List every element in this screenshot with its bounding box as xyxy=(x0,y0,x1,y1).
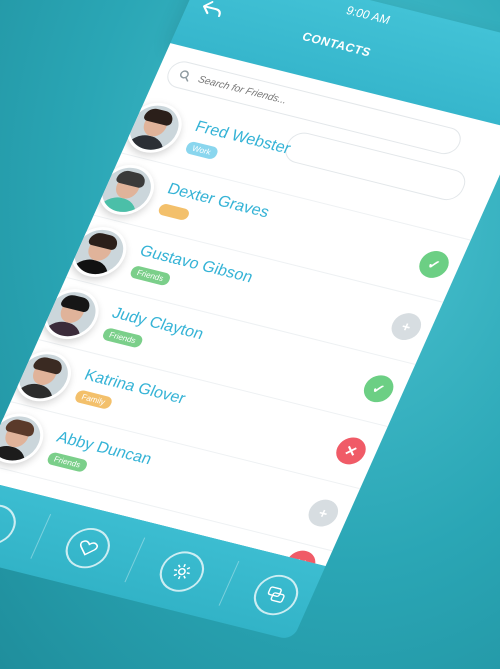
page-title: CONTACTS xyxy=(299,29,374,60)
gear-icon xyxy=(173,563,190,580)
favorites-button[interactable] xyxy=(58,523,117,573)
messages-button[interactable] xyxy=(246,570,305,620)
contact-tag: Friends xyxy=(45,451,89,473)
divider xyxy=(218,560,239,606)
divider xyxy=(29,513,51,559)
heart-icon xyxy=(79,540,98,556)
close-icon: ✕ xyxy=(342,441,361,460)
contact-tag: Work xyxy=(184,140,220,161)
contact-tag: Friends xyxy=(101,327,144,349)
contact-tag: Family xyxy=(73,389,114,410)
search-icon xyxy=(179,70,189,82)
avatar xyxy=(90,159,163,221)
check-button[interactable]: ✓ xyxy=(414,248,454,281)
contact-tag: Friends xyxy=(128,264,172,287)
remove-button[interactable]: ✕ xyxy=(331,434,371,468)
check-nav-button[interactable]: ✓ xyxy=(0,499,23,550)
contacts-panel: Fred Webster Work Dexter Graves ✓ xyxy=(0,43,500,567)
back-arrow-icon[interactable] xyxy=(199,0,227,18)
check-button[interactable]: ✓ xyxy=(359,372,399,406)
add-button[interactable]: + xyxy=(303,496,343,530)
contact-tag xyxy=(156,202,191,222)
avatar xyxy=(35,283,108,345)
check-icon: ✓ xyxy=(369,379,388,398)
status-time: 9:00 AM xyxy=(343,3,393,27)
divider xyxy=(123,537,145,583)
avatar xyxy=(0,408,52,469)
check-icon: ✓ xyxy=(425,255,444,273)
check-icon: ✓ xyxy=(0,515,3,535)
contacts-list: Fred Webster Work Dexter Graves ✓ Gustav… xyxy=(0,91,499,567)
phone-screen: 9:00 AM CONTACTS Search for Friends... F… xyxy=(0,0,500,641)
avatar xyxy=(7,345,80,407)
avatar xyxy=(62,221,135,283)
avatar xyxy=(118,97,191,159)
chat-icon xyxy=(267,586,285,603)
add-button[interactable]: + xyxy=(386,310,426,343)
background: 9:00 AM CONTACTS Search for Friends... F… xyxy=(0,0,500,669)
plus-icon: + xyxy=(399,318,414,336)
settings-button[interactable] xyxy=(152,546,211,597)
plus-icon: + xyxy=(316,504,331,522)
